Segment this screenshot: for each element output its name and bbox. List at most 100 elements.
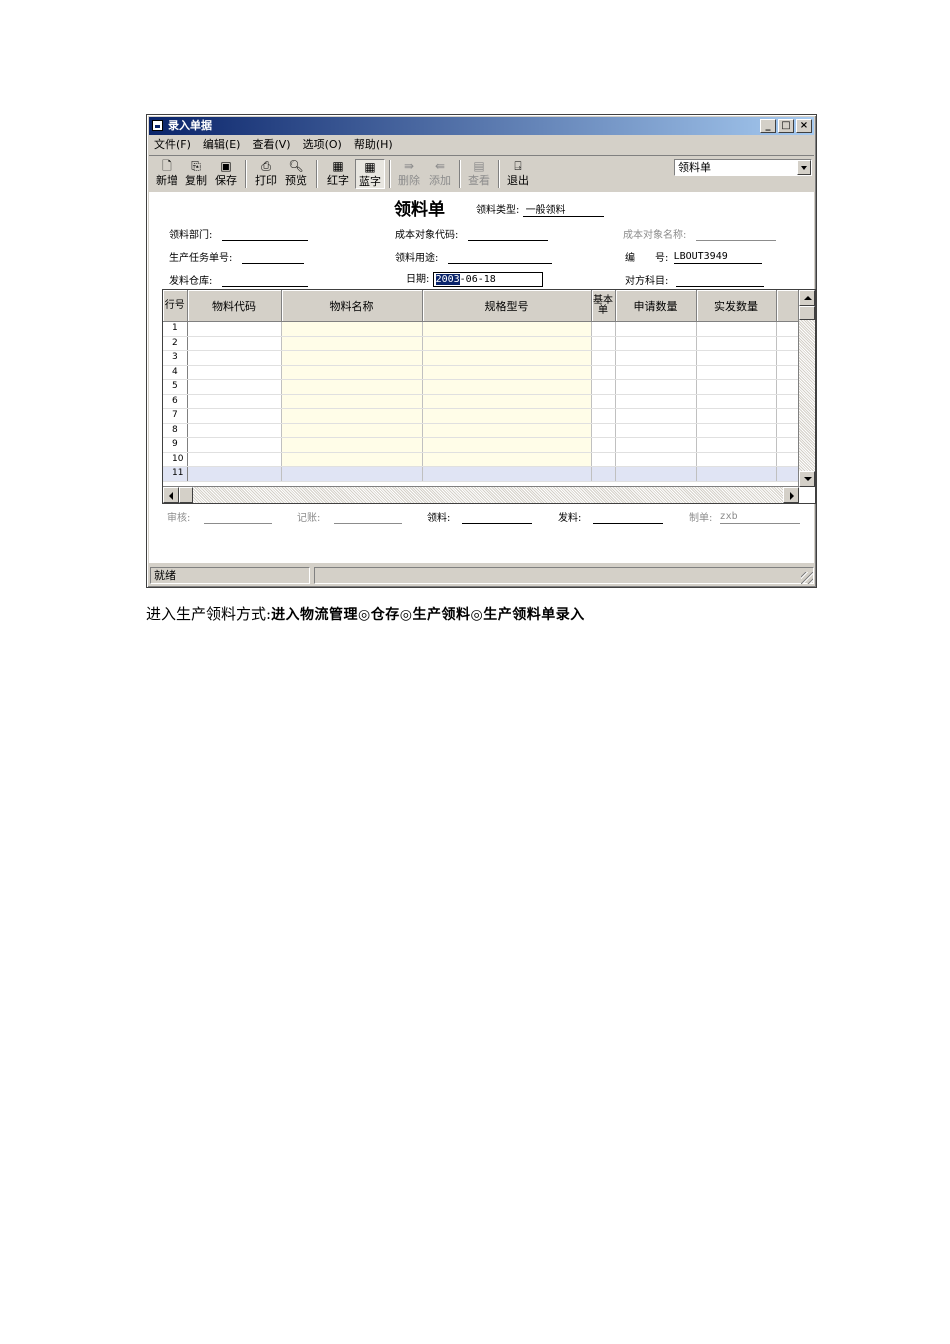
grid-cell[interactable] bbox=[615, 423, 697, 438]
grid-cell[interactable] bbox=[281, 437, 423, 453]
grid-cell[interactable] bbox=[422, 350, 592, 366]
grid-cell[interactable] bbox=[591, 423, 616, 438]
grid-cell[interactable] bbox=[187, 336, 282, 351]
contra-account-input[interactable] bbox=[675, 274, 764, 287]
grid-cell[interactable] bbox=[591, 466, 616, 482]
delete-button[interactable]: ⇛ 删除 bbox=[395, 159, 423, 189]
grid-cell[interactable] bbox=[281, 423, 423, 438]
grid-cell[interactable] bbox=[696, 365, 777, 380]
grid-cell[interactable] bbox=[187, 379, 282, 395]
add-button[interactable]: ⇚ 添加 bbox=[426, 159, 454, 189]
grid-cell[interactable] bbox=[696, 452, 777, 467]
view-button[interactable]: ▤ 查看 bbox=[465, 159, 493, 189]
grid-cell[interactable] bbox=[591, 437, 616, 453]
grid-cell[interactable] bbox=[187, 365, 282, 380]
grid-cell[interactable] bbox=[422, 379, 592, 395]
blue-button[interactable]: ▦ 蓝字 bbox=[355, 159, 385, 189]
col-actual-qty[interactable]: 实发数量 bbox=[696, 290, 777, 322]
grid-cell[interactable] bbox=[281, 466, 423, 482]
grid-cell[interactable] bbox=[422, 336, 592, 351]
grid-cell[interactable] bbox=[187, 321, 282, 337]
table-row[interactable]: 1 bbox=[163, 321, 800, 337]
scroll-up-icon[interactable] bbox=[799, 290, 815, 306]
grid-cell[interactable] bbox=[776, 452, 800, 467]
grid-cell[interactable] bbox=[776, 466, 800, 482]
grid-cell[interactable] bbox=[422, 365, 592, 380]
grid-cell[interactable] bbox=[281, 452, 423, 467]
red-button[interactable]: ▦ 红字 bbox=[323, 159, 353, 189]
grid-cell[interactable] bbox=[696, 321, 777, 337]
menu-help[interactable]: 帮助(H) bbox=[354, 136, 393, 154]
col-row-number[interactable]: 行号 bbox=[163, 290, 188, 322]
grid-cell[interactable] bbox=[776, 408, 800, 424]
table-row[interactable]: 7 bbox=[163, 408, 800, 424]
col-specification[interactable]: 规格型号 bbox=[422, 290, 592, 322]
chevron-down-icon[interactable] bbox=[797, 160, 811, 175]
grid-cell[interactable] bbox=[776, 379, 800, 395]
table-row[interactable]: 8 bbox=[163, 423, 800, 438]
use-input[interactable] bbox=[447, 251, 552, 264]
pick-type-value[interactable]: 一般领料 bbox=[522, 201, 604, 217]
grid-cell[interactable] bbox=[187, 423, 282, 438]
grid-cell[interactable] bbox=[776, 423, 800, 438]
grid-cell[interactable] bbox=[281, 408, 423, 424]
grid-cell[interactable] bbox=[615, 365, 697, 380]
save-button[interactable]: ▣ 保存 bbox=[212, 159, 240, 189]
grid-cell[interactable] bbox=[591, 365, 616, 380]
grid-cell[interactable] bbox=[776, 437, 800, 453]
table-row[interactable]: 10 bbox=[163, 452, 800, 467]
new-button[interactable]: 🗋 新增 bbox=[153, 159, 181, 189]
grid-cell[interactable] bbox=[187, 408, 282, 424]
grid-cell[interactable] bbox=[591, 408, 616, 424]
grid-cell[interactable] bbox=[696, 336, 777, 351]
menu-edit[interactable]: 编辑(E) bbox=[203, 136, 241, 154]
table-row[interactable]: 2 bbox=[163, 336, 800, 351]
exit-button[interactable]: ⍈ 退出 bbox=[504, 159, 532, 189]
table-row[interactable]: 5 bbox=[163, 379, 800, 395]
grid-cell[interactable] bbox=[281, 365, 423, 380]
grid-cell[interactable] bbox=[615, 336, 697, 351]
title-bar[interactable]: 录入单据 _ □ × bbox=[149, 117, 814, 135]
grid-cell[interactable] bbox=[776, 336, 800, 351]
grid-cell[interactable] bbox=[422, 394, 592, 409]
grid-cell[interactable] bbox=[696, 379, 777, 395]
date-input[interactable]: 2003-06-18 bbox=[432, 272, 543, 287]
table-row[interactable]: 4 bbox=[163, 365, 800, 380]
table-row[interactable]: 3 bbox=[163, 350, 800, 366]
grid-cell[interactable] bbox=[281, 394, 423, 409]
scroll-hthumb[interactable] bbox=[179, 487, 193, 503]
table-row[interactable]: 9 bbox=[163, 437, 800, 453]
issuer-input[interactable] bbox=[592, 511, 663, 524]
scroll-right-icon[interactable] bbox=[783, 487, 799, 503]
grid-cell[interactable] bbox=[187, 350, 282, 366]
grid-cell[interactable] bbox=[615, 394, 697, 409]
grid-cell[interactable] bbox=[615, 466, 697, 482]
grid-cell[interactable] bbox=[615, 437, 697, 453]
horizontal-scrollbar[interactable] bbox=[163, 486, 799, 503]
table-row[interactable]: 6 bbox=[163, 394, 800, 409]
grid-cell[interactable] bbox=[776, 350, 800, 366]
grid-cell[interactable] bbox=[281, 350, 423, 366]
grid-cell[interactable] bbox=[776, 365, 800, 380]
grid-cell[interactable] bbox=[696, 437, 777, 453]
grid-cell[interactable] bbox=[615, 408, 697, 424]
grid-cell[interactable] bbox=[422, 466, 592, 482]
menu-file[interactable]: 文件(F) bbox=[154, 136, 191, 154]
warehouse-input[interactable] bbox=[221, 274, 308, 287]
grid-cell[interactable] bbox=[615, 350, 697, 366]
dept-input[interactable] bbox=[221, 228, 308, 241]
grid-cell[interactable] bbox=[696, 394, 777, 409]
grid-cell[interactable] bbox=[422, 408, 592, 424]
grid-cell[interactable] bbox=[591, 379, 616, 395]
grid-cell[interactable] bbox=[422, 437, 592, 453]
cost-code-input[interactable] bbox=[467, 228, 548, 241]
grid-cell[interactable] bbox=[281, 321, 423, 337]
grid-cell[interactable] bbox=[591, 452, 616, 467]
number-input[interactable]: LBOUT3949 bbox=[673, 251, 762, 264]
grid-cell[interactable] bbox=[696, 408, 777, 424]
grid-cell[interactable] bbox=[776, 394, 800, 409]
grid-cell[interactable] bbox=[696, 466, 777, 482]
col-material-code[interactable]: 物料代码 bbox=[187, 290, 282, 322]
scroll-thumb[interactable] bbox=[799, 306, 815, 320]
grid-cell[interactable] bbox=[422, 423, 592, 438]
